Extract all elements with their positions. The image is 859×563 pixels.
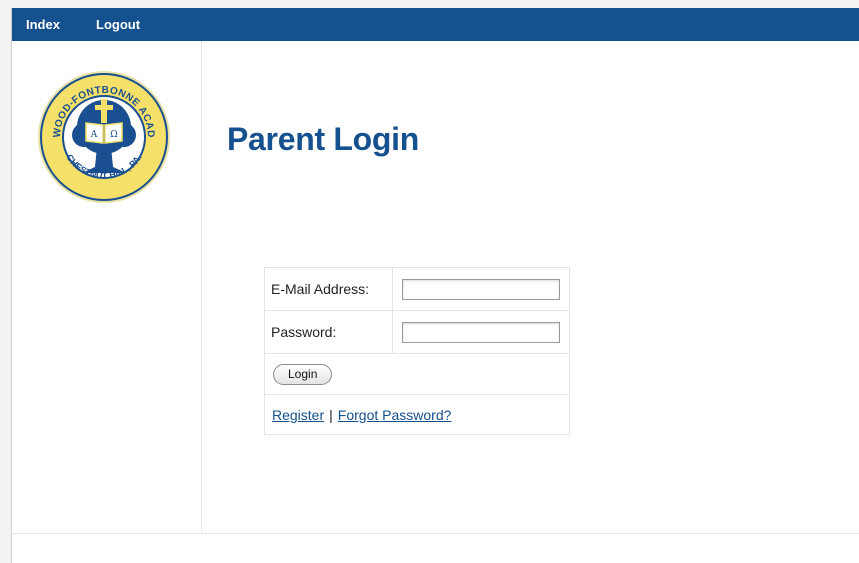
links-row: Register | Forgot Password? <box>265 395 569 434</box>
page-title: Parent Login <box>227 121 419 157</box>
school-logo: NORWOOD-FONTBONNE ACADEMY CHESTNUT HILL,… <box>34 67 170 203</box>
login-button[interactable]: Login <box>273 363 333 385</box>
nav-index-link[interactable]: Index <box>26 17 60 32</box>
email-label: E-Mail Address: <box>265 268 393 310</box>
password-field[interactable] <box>402 321 560 343</box>
login-form: E-Mail Address: Password: Login Register… <box>264 267 570 435</box>
browser-window: Index Logout NORWOOD-FONTBONNE ACADEMY C… <box>11 8 859 563</box>
svg-text:Ω: Ω <box>110 130 117 140</box>
forgot-password-link[interactable]: Forgot Password? <box>338 407 452 423</box>
svg-text:A: A <box>90 130 98 140</box>
register-link[interactable]: Register <box>272 407 324 423</box>
email-row: E-Mail Address: <box>265 268 569 311</box>
top-nav-bar: Index Logout <box>12 8 859 41</box>
link-separator: | <box>329 406 333 423</box>
nav-logout-link[interactable]: Logout <box>96 17 140 32</box>
password-row: Password: <box>265 311 569 354</box>
left-sidebar: NORWOOD-FONTBONNE ACADEMY CHESTNUT HILL,… <box>12 41 202 533</box>
footer-divider <box>12 533 859 534</box>
email-field[interactable] <box>402 278 560 300</box>
password-label: Password: <box>265 311 393 353</box>
button-row: Login <box>265 354 569 395</box>
